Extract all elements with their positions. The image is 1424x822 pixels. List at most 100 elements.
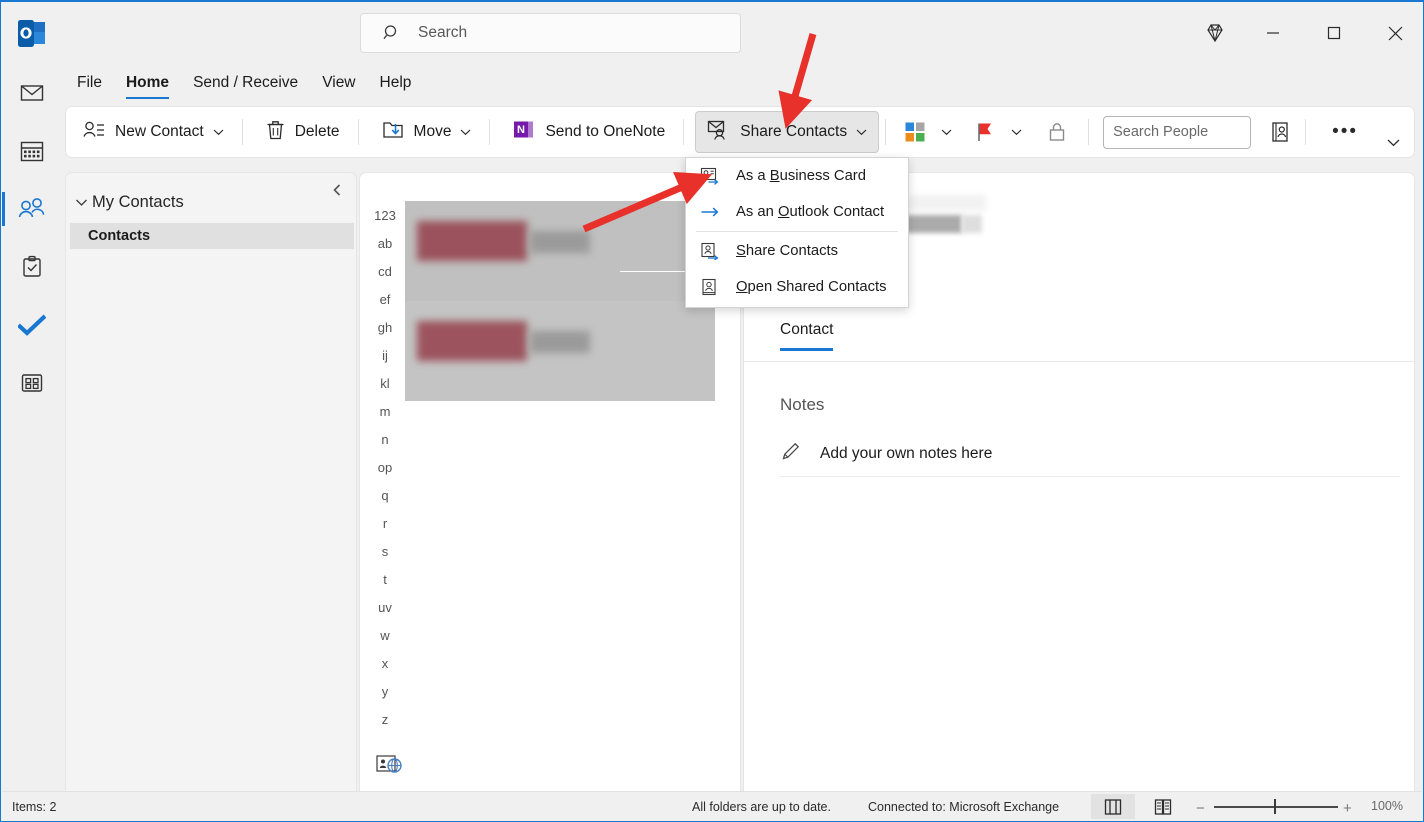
categorize-button[interactable] bbox=[896, 113, 934, 151]
alpha-index-r[interactable]: r bbox=[368, 509, 402, 537]
outlook-logo-icon bbox=[18, 20, 46, 47]
alpha-index-op[interactable]: op bbox=[368, 453, 402, 481]
move-label: Move bbox=[413, 123, 452, 140]
move-folder-icon bbox=[382, 119, 404, 145]
zoom-level-label: 100% bbox=[1371, 799, 1403, 813]
redacted-contact-name bbox=[417, 321, 527, 361]
categorize-chevron[interactable] bbox=[938, 113, 954, 151]
ribbon-overflow-button[interactable]: ••• bbox=[1320, 111, 1370, 153]
alpha-index-123[interactable]: 123 bbox=[368, 201, 402, 229]
alpha-index-t[interactable]: t bbox=[368, 565, 402, 593]
notes-row[interactable]: Add your own notes here bbox=[780, 431, 1400, 477]
search-icon bbox=[383, 24, 401, 42]
redacted-contact-name bbox=[417, 221, 527, 261]
alpha-index-s[interactable]: s bbox=[368, 537, 402, 565]
trash-icon bbox=[266, 119, 285, 145]
alpha-index-z[interactable]: z bbox=[368, 705, 402, 733]
tab-home[interactable]: Home bbox=[114, 64, 181, 102]
private-lock-button[interactable] bbox=[1038, 113, 1076, 151]
alpha-index-n[interactable]: n bbox=[368, 425, 402, 453]
alpha-index-q[interactable]: q bbox=[368, 481, 402, 509]
ribbon-separator bbox=[1088, 119, 1090, 145]
menu-separator bbox=[696, 231, 898, 232]
menu-item-label: Open Shared Contacts bbox=[736, 279, 887, 295]
redacted-contact-header-line3 bbox=[962, 215, 982, 233]
tab-file[interactable]: File bbox=[65, 64, 114, 102]
follow-up-chevron[interactable] bbox=[1008, 113, 1024, 151]
follow-up-flag-button[interactable] bbox=[966, 113, 1004, 151]
nav-item-apps[interactable] bbox=[2, 354, 62, 412]
menu-item-as-an-outlook-contact[interactable]: As an Outlook Contact bbox=[686, 194, 908, 230]
menu-item-label: Share Contacts bbox=[736, 243, 838, 259]
contact-list-pane: 123 ab cd ef gh ij kl m n op q r s t uv … bbox=[359, 172, 741, 792]
alpha-index-gh[interactable]: gh bbox=[368, 313, 402, 341]
outlook-window: File Home Send / Receive View Help New C… bbox=[0, 0, 1424, 822]
alpha-index-ij[interactable]: ij bbox=[368, 341, 402, 369]
maximize-button[interactable] bbox=[1311, 2, 1357, 64]
alpha-index-kl[interactable]: kl bbox=[368, 369, 402, 397]
nav-item-people[interactable] bbox=[2, 180, 62, 238]
alpha-index-x[interactable]: x bbox=[368, 649, 402, 677]
collapse-folder-pane-button[interactable] bbox=[328, 181, 346, 199]
status-sync-text: All folders are up to date. bbox=[692, 799, 831, 814]
alpha-index-m[interactable]: m bbox=[368, 397, 402, 425]
menu-item-share-contacts[interactable]: Share Contacts bbox=[686, 233, 908, 269]
send-to-onenote-label: Send to OneNote bbox=[545, 123, 666, 140]
alpha-index-ab[interactable]: ab bbox=[368, 229, 402, 257]
normal-view-button[interactable] bbox=[1091, 794, 1135, 819]
share-contacts-menu: As a Business Card As an Outlook Contact bbox=[685, 157, 909, 308]
new-contact-button[interactable]: New Contact bbox=[71, 111, 236, 153]
diamond-icon[interactable] bbox=[1192, 2, 1238, 64]
share-contacts-icon bbox=[707, 119, 730, 145]
reading-view-button[interactable] bbox=[1141, 794, 1185, 819]
ribbon-expand-button[interactable] bbox=[1380, 131, 1406, 153]
zoom-out-button[interactable]: − bbox=[1196, 800, 1205, 817]
delete-button[interactable]: Delete bbox=[254, 111, 352, 153]
tab-help[interactable]: Help bbox=[368, 64, 424, 102]
tab-send-receive[interactable]: Send / Receive bbox=[181, 64, 310, 102]
contact-card-1[interactable] bbox=[405, 201, 715, 301]
zoom-slider-handle[interactable] bbox=[1274, 799, 1276, 814]
chevron-down-icon[interactable] bbox=[213, 123, 224, 141]
menu-item-open-shared-contacts[interactable]: Open Shared Contacts bbox=[686, 269, 908, 305]
folder-item-contacts[interactable]: Contacts bbox=[70, 223, 354, 249]
alpha-index-y[interactable]: y bbox=[368, 677, 402, 705]
folder-item-label: Contacts bbox=[88, 228, 151, 244]
zoom-in-button[interactable]: + bbox=[1343, 800, 1352, 817]
contact-card-2[interactable] bbox=[405, 301, 715, 401]
search-people-input[interactable] bbox=[1103, 115, 1252, 149]
tab-view[interactable]: View bbox=[310, 64, 367, 102]
contact-share-icon bbox=[700, 241, 720, 261]
address-book-button[interactable] bbox=[1261, 113, 1299, 151]
menu-item-label: As an Outlook Contact bbox=[736, 204, 885, 220]
alpha-index-uv[interactable]: uv bbox=[368, 593, 402, 621]
contact-card-globe-icon[interactable] bbox=[376, 753, 408, 777]
ribbon-separator bbox=[357, 119, 359, 145]
menu-item-as-a-business-card[interactable]: As a Business Card bbox=[686, 158, 908, 194]
nav-item-mail[interactable] bbox=[2, 64, 62, 122]
chevron-down-icon[interactable] bbox=[856, 123, 867, 141]
close-button[interactable] bbox=[1372, 2, 1418, 64]
search-input[interactable] bbox=[418, 24, 718, 42]
nav-item-todo[interactable] bbox=[2, 296, 62, 354]
send-to-onenote-button[interactable]: N Send to OneNote bbox=[501, 111, 677, 153]
chevron-down-icon[interactable] bbox=[460, 123, 471, 141]
move-button[interactable]: Move bbox=[370, 111, 484, 153]
ribbon-separator bbox=[241, 119, 243, 145]
alpha-index-cd[interactable]: cd bbox=[368, 257, 402, 285]
share-contacts-button[interactable]: Share Contacts bbox=[695, 111, 880, 153]
notes-placeholder-label: Add your own notes here bbox=[820, 444, 993, 462]
alpha-index-w[interactable]: w bbox=[368, 621, 402, 649]
tab-contact[interactable]: Contact bbox=[780, 321, 834, 351]
minimize-button[interactable] bbox=[1250, 2, 1296, 64]
alpha-index-ef[interactable]: ef bbox=[368, 285, 402, 313]
folder-group-my-contacts[interactable]: My Contacts bbox=[75, 193, 184, 212]
contact-card-icon bbox=[700, 277, 720, 297]
nav-item-tasks[interactable] bbox=[2, 238, 62, 296]
search-box[interactable] bbox=[360, 13, 741, 53]
zoom-slider-track[interactable] bbox=[1214, 806, 1338, 808]
status-bar: Items: 2 All folders are up to date. Con… bbox=[2, 791, 1422, 820]
ribbon-separator bbox=[489, 119, 491, 145]
nav-item-calendar[interactable] bbox=[2, 122, 62, 180]
ribbon-separator bbox=[683, 119, 685, 145]
